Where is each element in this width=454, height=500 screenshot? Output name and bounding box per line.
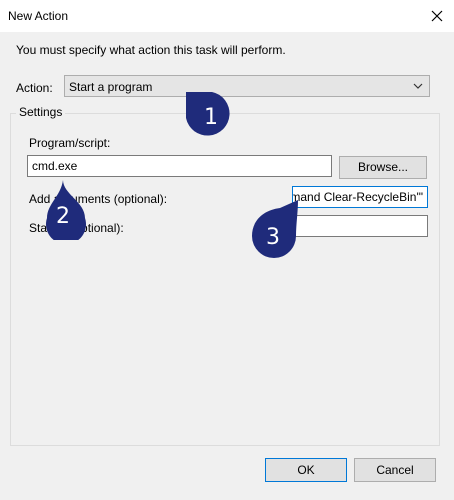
start-in-input[interactable] — [292, 215, 428, 237]
close-button[interactable] — [422, 2, 452, 30]
window-title: New Action — [8, 9, 69, 23]
instruction-text: You must specify what action this task w… — [16, 43, 286, 57]
title-bar — [0, 0, 454, 32]
action-label: Action: — [16, 81, 53, 95]
program-script-input[interactable]: cmd.exe — [27, 155, 332, 177]
action-select[interactable]: Start a program — [64, 75, 430, 97]
annotation-number: 2 — [56, 204, 70, 229]
annotation-pin-1: 1 — [184, 90, 236, 142]
add-arguments-value: mand Clear-RecycleBin'" — [292, 190, 423, 204]
ok-button[interactable]: OK — [265, 458, 347, 482]
annotation-pin-2: 2 — [43, 180, 89, 245]
annotation-number: 1 — [204, 105, 218, 130]
annotation-pin-3: 3 — [250, 200, 306, 262]
program-script-label: Program/script: — [29, 136, 111, 150]
settings-legend: Settings — [16, 105, 66, 119]
close-icon — [431, 10, 443, 22]
cancel-button[interactable]: Cancel — [354, 458, 436, 482]
annotation-number: 3 — [266, 225, 280, 250]
add-arguments-input[interactable]: mand Clear-RecycleBin'" — [292, 186, 428, 208]
program-script-value: cmd.exe — [32, 159, 78, 173]
browse-button[interactable]: Browse... — [339, 156, 427, 179]
chevron-down-icon — [413, 83, 423, 89]
action-select-value: Start a program — [69, 80, 153, 94]
